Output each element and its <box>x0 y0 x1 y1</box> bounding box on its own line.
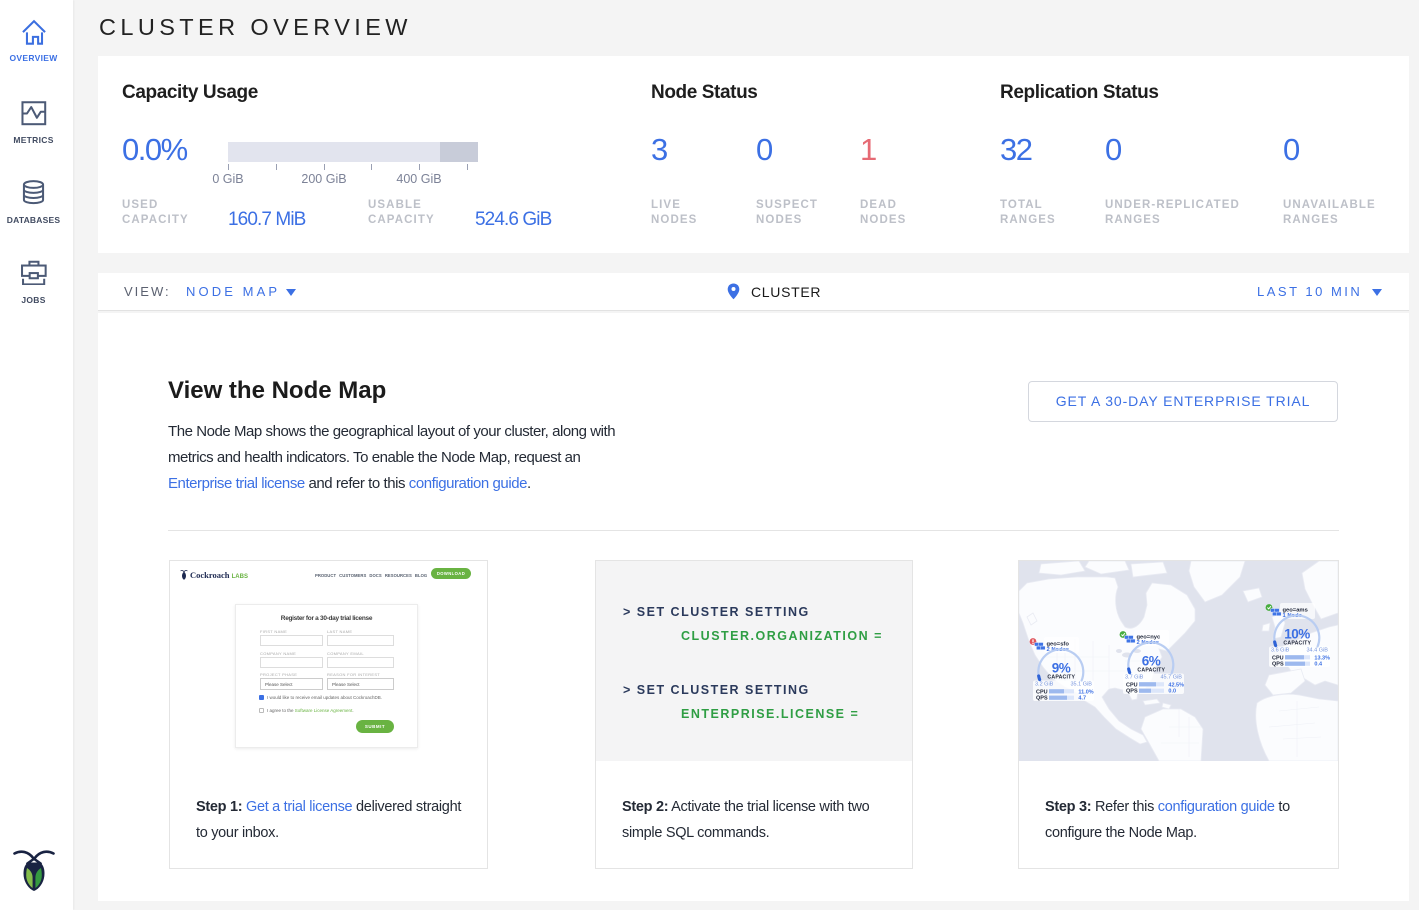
svg-text:35.1 GiB: 35.1 GiB <box>1071 682 1093 688</box>
svg-text:34.4 GiB: 34.4 GiB <box>1307 648 1329 654</box>
svg-text:CAPACITY: CAPACITY <box>1047 674 1075 680</box>
svg-text:CPU: CPU <box>1126 682 1138 688</box>
svg-text:CAPACITY: CAPACITY <box>1283 640 1311 646</box>
svg-text:QPS: QPS <box>1272 662 1284 668</box>
svg-text:4.7: 4.7 <box>1078 696 1086 702</box>
svg-text:3.6 GiB: 3.6 GiB <box>1271 648 1290 654</box>
svg-text:3.7 GiB: 3.7 GiB <box>1125 675 1144 681</box>
svg-text:0.0: 0.0 <box>1168 689 1176 695</box>
svg-text:QPS: QPS <box>1126 689 1138 695</box>
svg-text:CPU: CPU <box>1036 689 1048 695</box>
svg-text:13.3%: 13.3% <box>1314 655 1330 661</box>
svg-text:11.0%: 11.0% <box>1078 689 1093 695</box>
svg-text:CAPACITY: CAPACITY <box>1137 667 1165 673</box>
svg-text:45.7 GiB: 45.7 GiB <box>1161 675 1183 681</box>
svg-text:0.4: 0.4 <box>1314 662 1323 668</box>
svg-text:QPS: QPS <box>1036 696 1048 702</box>
svg-text:42.5%: 42.5% <box>1168 682 1184 688</box>
svg-text:3.2 GiB: 3.2 GiB <box>1035 682 1054 688</box>
svg-text:CPU: CPU <box>1272 655 1284 661</box>
